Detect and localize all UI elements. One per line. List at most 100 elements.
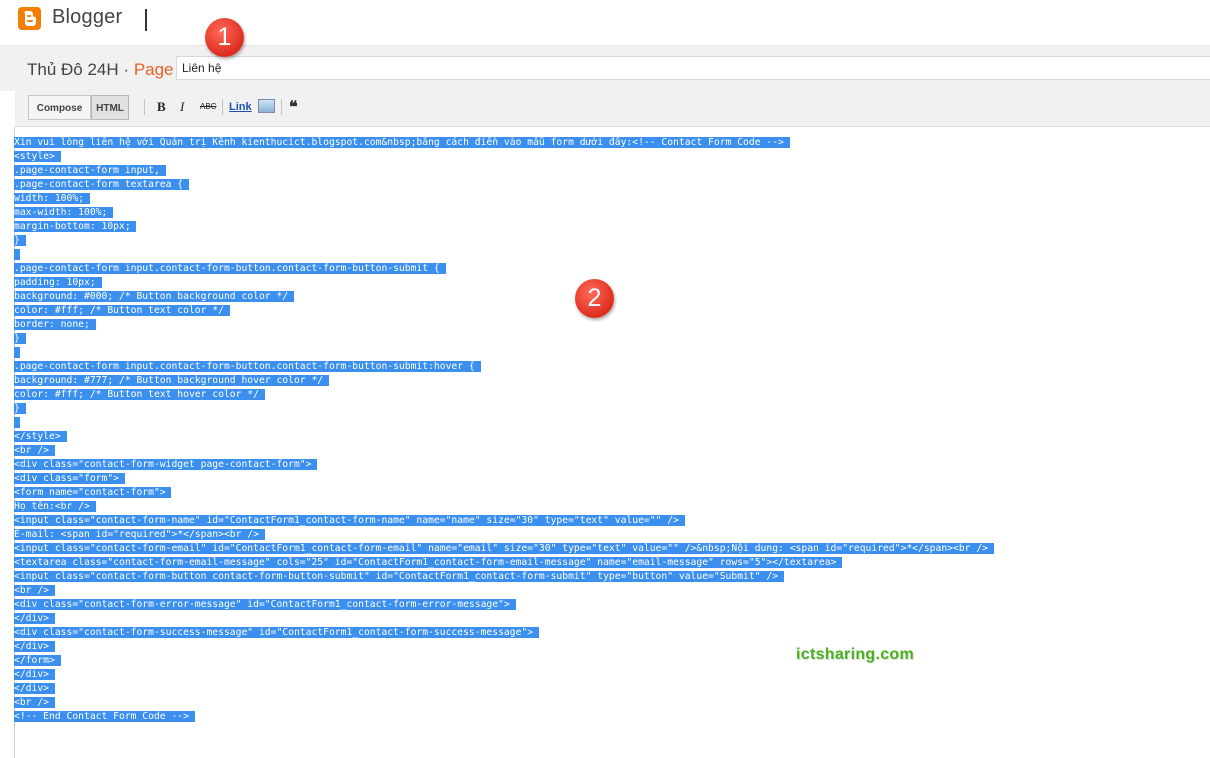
code-line-text: <br /> — [14, 697, 55, 708]
page-type-label: Page — [133, 60, 174, 79]
italic-button[interactable]: I — [180, 99, 184, 115]
code-line[interactable]: background: #000; /* Button background c… — [14, 290, 994, 304]
bold-button[interactable]: B — [157, 99, 166, 115]
code-line[interactable]: <input class="contact-form-button contac… — [14, 570, 994, 584]
code-line-text: <input class="contact-form-button contac… — [14, 571, 784, 582]
watermark: ictsharing.com — [796, 646, 915, 663]
code-line-text — [14, 249, 20, 260]
code-line-text: max-width: 100%; — [14, 207, 114, 218]
code-line-text: <textarea class="contact-form-email-mess… — [14, 557, 843, 568]
insert-image-icon[interactable] — [258, 99, 275, 113]
code-line[interactable]: padding: 10px; — [14, 276, 994, 290]
toolbar-divider — [144, 99, 145, 115]
code-line-text: .page-contact-form input, — [14, 165, 166, 176]
code-line[interactable]: </style> — [14, 430, 994, 444]
code-line-text: <div class="contact-form-error-message" … — [14, 599, 516, 610]
code-line-text: </form> — [14, 655, 61, 666]
code-line-text: <br /> — [14, 585, 55, 596]
code-line[interactable]: <input class="contact-form-name" id="Con… — [14, 514, 994, 528]
link-button[interactable]: Link — [229, 101, 252, 113]
code-line-text: <style> — [14, 151, 61, 162]
code-line[interactable]: <div class="contact-form-error-message" … — [14, 598, 994, 612]
code-line-text: <div class="form"> — [14, 473, 125, 484]
breadcrumb-separator: · — [123, 60, 130, 79]
blogger-logo-icon[interactable] — [18, 7, 41, 30]
code-line-text: color: #fff; /* Button text hover color … — [14, 389, 265, 400]
code-line-text: border: none; — [14, 319, 96, 330]
code-line[interactable]: <style> — [14, 150, 994, 164]
code-line-text: <div class="contact-form-success-message… — [14, 627, 539, 638]
code-line-text: width: 100%; — [14, 193, 90, 204]
code-line[interactable]: } — [14, 234, 994, 248]
blogger-b-glyph — [24, 11, 36, 26]
code-line-text: } — [14, 333, 26, 344]
breadcrumb: Thủ Đô 24H · Page — [27, 60, 174, 80]
code-line[interactable]: .page-contact-form input, — [14, 164, 994, 178]
code-line-text: .page-contact-form input.contact-form-bu… — [14, 263, 446, 274]
code-line-text: padding: 10px; — [14, 277, 102, 288]
code-line[interactable]: width: 100%; — [14, 192, 994, 206]
code-line[interactable]: .page-contact-form input.contact-form-bu… — [14, 262, 994, 276]
toolbar-divider — [222, 99, 223, 115]
code-line-text: <!-- End Contact Form Code --> — [14, 711, 195, 722]
code-line[interactable] — [14, 416, 994, 430]
code-line-text: Xin vui lòng liên hệ với Quản trị Kênh k… — [14, 137, 790, 148]
blog-name[interactable]: Thủ Đô 24H — [27, 60, 119, 79]
code-line-text: <form name="contact-form"> — [14, 487, 172, 498]
code-line[interactable] — [14, 248, 994, 262]
quote-icon[interactable]: ❝ — [289, 97, 298, 117]
code-line[interactable]: <br /> — [14, 696, 994, 710]
code-line[interactable]: <br /> — [14, 444, 994, 458]
code-line-text: E-mail: <span id="required">*</span><br … — [14, 529, 265, 540]
code-line[interactable]: </div> — [14, 668, 994, 682]
code-line[interactable]: <div class="form"> — [14, 472, 994, 486]
code-line-text: </style> — [14, 431, 67, 442]
code-line[interactable]: <div class="contact-form-widget page-con… — [14, 458, 994, 472]
code-line[interactable]: color: #fff; /* Button text hover color … — [14, 388, 994, 402]
editor-toolbar — [15, 90, 1210, 127]
code-line[interactable]: background: #777; /* Button background h… — [14, 374, 994, 388]
page-title-input[interactable] — [176, 56, 1210, 80]
code-line[interactable]: Xin vui lòng liên hệ với Quản trị Kênh k… — [14, 136, 994, 150]
code-line[interactable]: border: none; — [14, 318, 994, 332]
code-line[interactable]: margin-bottom: 10px; — [14, 220, 994, 234]
code-line[interactable]: </div> — [14, 612, 994, 626]
code-line[interactable]: max-width: 100%; — [14, 206, 994, 220]
code-line-text: background: #777; /* Button background h… — [14, 375, 329, 386]
code-line-text: <input class="contact-form-email" id="Co… — [14, 543, 994, 554]
code-line[interactable]: } — [14, 332, 994, 346]
html-source-code[interactable]: Xin vui lòng liên hệ với Quản trị Kênh k… — [14, 136, 994, 724]
code-line[interactable]: color: #fff; /* Button text color */ — [14, 304, 994, 318]
code-line[interactable]: } — [14, 402, 994, 416]
compose-mode-button[interactable]: Compose — [28, 95, 91, 120]
code-line[interactable]: </div> — [14, 682, 994, 696]
step-badge-2: 2 — [575, 279, 614, 318]
header-divider — [145, 9, 147, 31]
code-line-text — [14, 417, 20, 428]
code-line[interactable]: <div class="contact-form-success-message… — [14, 626, 994, 640]
code-line-text: <div class="contact-form-widget page-con… — [14, 459, 318, 470]
code-line-text: </div> — [14, 613, 55, 624]
code-line[interactable]: E-mail: <span id="required">*</span><br … — [14, 528, 994, 542]
code-line-text: } — [14, 235, 26, 246]
code-line-text: color: #fff; /* Button text color */ — [14, 305, 230, 316]
code-line-text: </div> — [14, 669, 55, 680]
code-line-text: } — [14, 403, 26, 414]
strikethrough-button[interactable]: ABC — [200, 102, 216, 111]
code-line[interactable]: <form name="contact-form"> — [14, 486, 994, 500]
code-line[interactable]: .page-contact-form textarea { — [14, 178, 994, 192]
code-line-text: <br /> — [14, 445, 55, 456]
code-line-text: background: #000; /* Button background c… — [14, 291, 294, 302]
code-line[interactable]: Họ tên:<br /> — [14, 500, 994, 514]
code-line[interactable] — [14, 346, 994, 360]
html-mode-button[interactable]: HTML — [91, 95, 129, 120]
step-badge-1: 1 — [205, 18, 244, 57]
brand-name[interactable]: Blogger — [52, 6, 122, 29]
code-line-text: </div> — [14, 683, 55, 694]
code-line[interactable]: <br /> — [14, 584, 994, 598]
code-line[interactable]: <input class="contact-form-email" id="Co… — [14, 542, 994, 556]
code-line-text: <input class="contact-form-name" id="Con… — [14, 515, 685, 526]
code-line[interactable]: .page-contact-form input.contact-form-bu… — [14, 360, 994, 374]
code-line[interactable]: <textarea class="contact-form-email-mess… — [14, 556, 994, 570]
code-line[interactable]: <!-- End Contact Form Code --> — [14, 710, 994, 724]
